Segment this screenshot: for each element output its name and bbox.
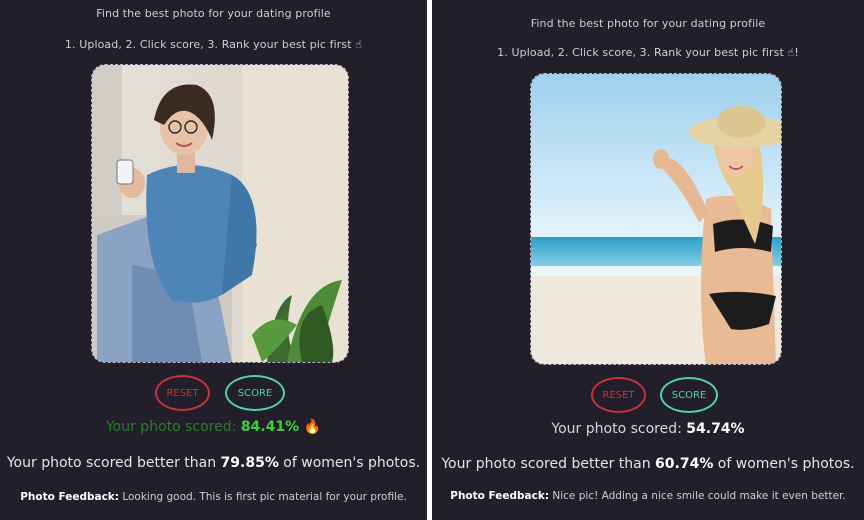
instruction-title: Find the best photo for your dating prof… — [530, 17, 766, 30]
percentile-suffix: of women's photos. — [713, 456, 855, 472]
percentile-result: Your photo scored better than 60.74% of … — [432, 456, 864, 472]
uploaded-photo[interactable] — [530, 73, 782, 365]
instruction-steps: 1. Upload, 2. Click score, 3. Rank your … — [64, 38, 363, 51]
reset-button[interactable]: RESET — [591, 377, 646, 413]
instruction-title: Find the best photo for your dating prof… — [96, 7, 331, 20]
score-result: Your photo scored: 54.74% — [432, 421, 864, 437]
percentile-suffix: of women's photos. — [278, 455, 421, 471]
feedback-label: Photo Feedback: — [450, 490, 550, 502]
uploaded-photo[interactable] — [91, 64, 349, 363]
instruction-steps: 1. Upload, 2. Click score, 3. Rank your … — [497, 46, 799, 59]
reset-button[interactable]: RESET — [155, 375, 210, 411]
score-button[interactable]: SCORE — [660, 377, 718, 413]
photo-feedback: Photo Feedback: Nice pic! Adding a nice … — [432, 490, 864, 502]
score-prefix: Your photo scored: — [551, 421, 687, 437]
percentile-value: 79.85% — [220, 455, 279, 471]
scoring-panel-left: Find the best photo for your dating prof… — [0, 0, 427, 520]
photo-woman-beach — [531, 74, 781, 364]
fire-icon: 🔥 — [303, 419, 322, 435]
percentile-result: Your photo scored better than 79.85% of … — [0, 455, 427, 471]
score-result: Your photo scored: 84.41% 🔥 — [0, 419, 427, 435]
score-value: 84.41% — [240, 419, 300, 435]
percentile-prefix: Your photo scored better than — [6, 455, 221, 471]
feedback-text: Nice pic! Adding a nice smile could make… — [552, 490, 846, 502]
scoring-panel-right: Find the best photo for your dating prof… — [432, 0, 864, 520]
score-button[interactable]: SCORE — [225, 375, 285, 411]
score-value: 54.74% — [686, 421, 745, 437]
feedback-label: Photo Feedback: — [20, 491, 119, 503]
photo-woman-phone — [92, 65, 348, 362]
percentile-prefix: Your photo scored better than — [441, 456, 656, 472]
percentile-value: 60.74% — [655, 456, 714, 472]
score-prefix: Your photo scored: — [105, 419, 241, 435]
comparison-screenshot: Find the best photo for your dating prof… — [0, 0, 864, 520]
feedback-text: Looking good. This is first pic material… — [122, 491, 407, 503]
photo-feedback: Photo Feedback: Looking good. This is fi… — [0, 491, 427, 503]
